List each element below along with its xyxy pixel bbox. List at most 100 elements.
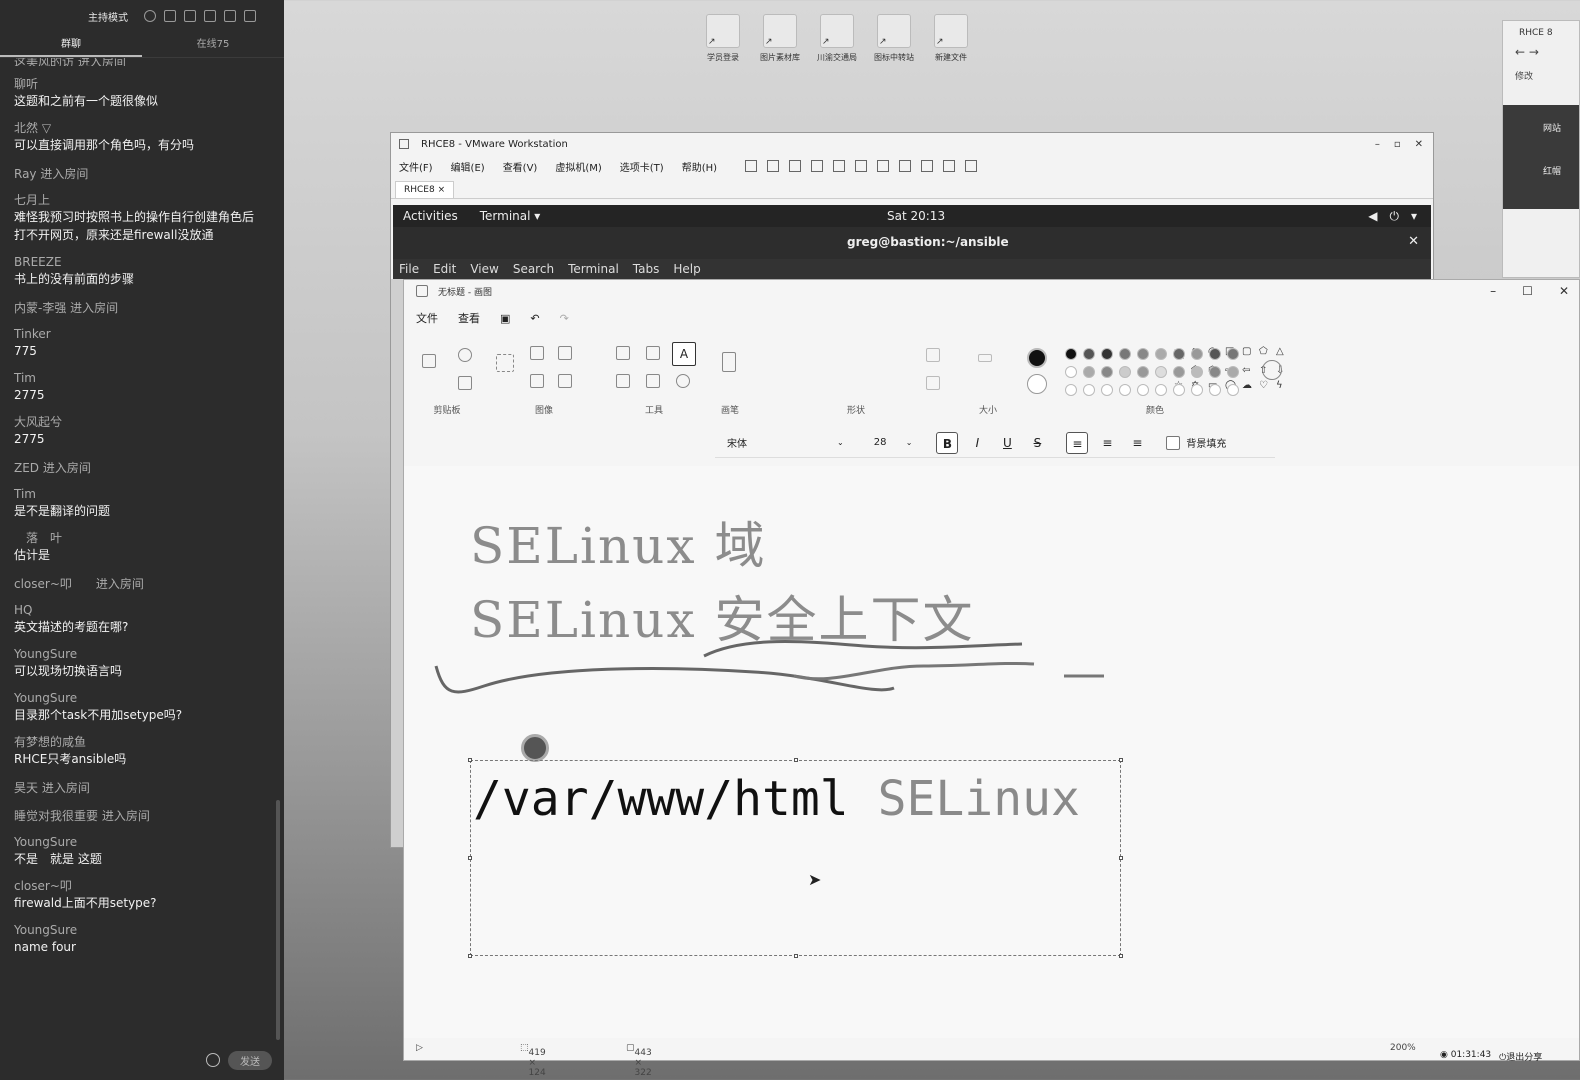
- close-icon[interactable]: ✕: [1559, 284, 1569, 298]
- settings-icon[interactable]: [144, 10, 156, 22]
- chevron-down-icon[interactable]: ⌄: [906, 438, 913, 447]
- undo-icon[interactable]: ↶: [530, 312, 539, 325]
- display-icon[interactable]: [965, 160, 978, 172]
- text-box[interactable]: /var/www/html SELinux: [468, 758, 1123, 958]
- redo-icon[interactable]: ↷: [560, 312, 569, 325]
- color1-swatch[interactable]: [1027, 348, 1047, 368]
- term-menu-edit[interactable]: Edit: [433, 262, 456, 276]
- menu-tabs[interactable]: 选项卡(T): [620, 159, 664, 174]
- fill-style-icon[interactable]: [926, 376, 940, 390]
- close-icon[interactable]: ×: [438, 185, 446, 195]
- edit-colors-icon[interactable]: [1262, 360, 1282, 380]
- exit-share-button[interactable]: ⏻退出分享: [1499, 1050, 1542, 1064]
- term-menu-tabs[interactable]: Tabs: [633, 262, 660, 276]
- send-keys-icon[interactable]: [767, 160, 780, 172]
- term-menu-view[interactable]: View: [470, 262, 498, 276]
- drawing-canvas[interactable]: SELinux 域 SELinux 安全上下文 /var/www/html SE…: [404, 466, 1579, 1038]
- minimize-icon[interactable]: [204, 10, 216, 22]
- heart-shape-icon[interactable]: ♡: [1259, 380, 1276, 391]
- chat-username[interactable]: 落 叶: [14, 530, 262, 546]
- pencil-icon[interactable]: [616, 346, 630, 360]
- underline-button[interactable]: U: [996, 432, 1018, 454]
- eraser-icon[interactable]: [616, 374, 630, 388]
- resize-handle[interactable]: [468, 856, 472, 860]
- chat-username[interactable]: HQ: [14, 602, 262, 618]
- resize-handle[interactable]: [1119, 758, 1123, 762]
- font-size-select[interactable]: 28: [844, 437, 906, 448]
- term-menu-help[interactable]: Help: [673, 262, 700, 276]
- save-icon[interactable]: ▣: [500, 312, 510, 325]
- volume-icon[interactable]: ◀: [1368, 209, 1377, 224]
- chat-username[interactable]: YoungSure: [14, 690, 262, 706]
- power-icon[interactable]: ⏻: [1389, 209, 1399, 224]
- term-menu-file[interactable]: File: [399, 262, 419, 276]
- text-box-content[interactable]: /var/www/html SELinux: [473, 771, 1080, 827]
- desktop-icon[interactable]: 川渝交通局: [814, 14, 860, 63]
- library-icon[interactable]: [855, 160, 868, 172]
- bold-button[interactable]: B: [936, 431, 959, 454]
- color-picker-icon[interactable]: [646, 374, 660, 388]
- rotate-icon[interactable]: [530, 374, 544, 388]
- crop-icon[interactable]: [530, 346, 544, 360]
- tab-group-chat[interactable]: 群聊: [0, 32, 142, 57]
- manage-snapshot-icon[interactable]: [833, 160, 846, 172]
- unity-icon[interactable]: [921, 160, 934, 172]
- bg-fill-checkbox[interactable]: [1166, 435, 1181, 450]
- menu-icon[interactable]: [184, 10, 196, 22]
- chat-username[interactable]: 大风起兮: [14, 414, 262, 430]
- menu-edit[interactable]: 编辑(E): [451, 159, 485, 174]
- chat-username[interactable]: Tim: [14, 370, 262, 386]
- font-select[interactable]: 宋体: [715, 435, 847, 450]
- term-menu-search[interactable]: Search: [513, 262, 554, 276]
- send-button[interactable]: 发送: [228, 1050, 272, 1070]
- align-center-icon[interactable]: ≡: [1096, 432, 1118, 454]
- chevron-down-icon[interactable]: ▾: [1411, 209, 1417, 224]
- resize-handle[interactable]: [794, 758, 798, 762]
- terminal-app-menu[interactable]: Terminal ▾: [480, 209, 541, 223]
- brush-icon[interactable]: [722, 352, 736, 372]
- color2-swatch[interactable]: [1027, 374, 1047, 394]
- back-icon[interactable]: ←: [1515, 45, 1525, 59]
- browser-tab[interactable]: RHCE 8: [1503, 21, 1579, 45]
- menu-view[interactable]: 查看: [458, 310, 480, 326]
- console-icon[interactable]: [943, 160, 956, 172]
- chat-username[interactable]: YoungSure: [14, 646, 262, 662]
- activities-button[interactable]: Activities: [403, 209, 458, 223]
- close-icon[interactable]: ✕: [1415, 139, 1423, 150]
- paste-icon[interactable]: [422, 354, 436, 368]
- resize-handle[interactable]: [468, 954, 472, 958]
- chat-username[interactable]: 七月上: [14, 192, 262, 208]
- snapshot-icon[interactable]: [789, 160, 802, 172]
- minimize-icon[interactable]: –: [1490, 284, 1496, 298]
- clock[interactable]: Sat 20:13: [887, 209, 945, 223]
- menu-file[interactable]: 文件(F): [399, 159, 433, 174]
- outline-icon[interactable]: [926, 348, 940, 362]
- browser-menu-item[interactable]: 修改: [1503, 69, 1579, 82]
- maximize-icon[interactable]: [224, 10, 236, 22]
- maximize-icon[interactable]: ☐: [1522, 284, 1533, 298]
- close-icon[interactable]: [244, 10, 256, 22]
- chevron-down-icon[interactable]: ⌄: [837, 438, 844, 447]
- chat-username[interactable]: BREEZE: [14, 254, 262, 270]
- fill-icon[interactable]: [646, 346, 660, 360]
- resize-handle[interactable]: [1119, 856, 1123, 860]
- italic-button[interactable]: I: [966, 432, 988, 454]
- text-tool-icon[interactable]: A: [672, 342, 696, 366]
- menu-view[interactable]: 查看(V): [503, 159, 538, 174]
- tab-rhce8[interactable]: RHCE8 ×: [395, 181, 455, 198]
- revert-icon[interactable]: [811, 160, 824, 172]
- menu-file[interactable]: 文件: [416, 310, 438, 326]
- popout-icon[interactable]: [164, 10, 176, 22]
- resize-icon[interactable]: [558, 346, 572, 360]
- chat-username[interactable]: Tim: [14, 486, 262, 502]
- forward-icon[interactable]: →: [1529, 45, 1539, 59]
- triangle-shape-icon[interactable]: △: [1276, 346, 1293, 361]
- minimize-icon[interactable]: –: [1375, 139, 1380, 150]
- desktop-icon[interactable]: 图标中转站: [871, 14, 917, 63]
- chat-username[interactable]: Tinker: [14, 326, 262, 342]
- align-left-icon[interactable]: ≡: [1066, 431, 1089, 454]
- desktop-icon[interactable]: 图片素材库: [757, 14, 803, 63]
- chat-username[interactable]: YoungSure: [14, 922, 262, 938]
- stroke-size-icon[interactable]: [978, 354, 992, 362]
- maximize-icon[interactable]: ▫: [1394, 139, 1401, 150]
